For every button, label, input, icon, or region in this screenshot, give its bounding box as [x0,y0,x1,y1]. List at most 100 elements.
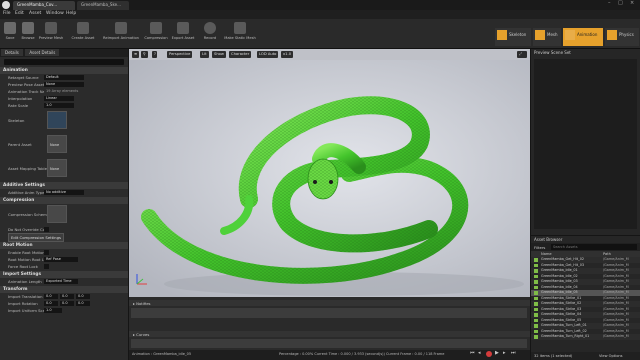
rotation-y-input[interactable]: 0.0 [60,301,74,306]
mode-physics-button[interactable]: Physics [605,28,639,46]
import-scale-input[interactable]: 1.0 [44,308,62,313]
compression-button[interactable]: Compression [143,21,169,47]
interpolation-select[interactable]: Linear [44,96,74,101]
record-button[interactable]: Record [200,21,220,47]
preview-pose-select[interactable]: None [44,82,84,87]
row-import-translation: Import Translation 0.0 0.0 0.0 [0,293,128,300]
mesh-mode-icon [535,30,545,40]
rotation-z-input[interactable]: 0.0 [76,301,90,306]
anim-sequence-icon [534,318,538,322]
asset-list: GreenMamba_Get_Hit_02/Game/Anim_M GreenM… [531,257,640,340]
anim-sequence-icon [534,258,538,262]
row-enable-root: Enable Root Motion [0,249,128,256]
details-search-input[interactable] [4,59,124,65]
section-animation[interactable]: Animation [0,67,128,74]
details-panel: Details Asset Details Animation Retarget… [0,49,128,360]
rotation-x-input[interactable]: 0.0 [44,301,58,306]
asset-browser-footer: 32 items (1 selected) View Options [531,352,640,360]
asset-mapping-thumbnail[interactable]: None [47,159,67,177]
record-playback-icon[interactable] [486,351,492,357]
play-icon[interactable]: ▶ [495,350,499,356]
create-asset-button[interactable]: Create Asset [70,21,96,47]
step-forward-icon[interactable]: ▸ [503,350,506,356]
anim-sequence-icon [534,302,538,306]
root-lock-select[interactable]: Ref Pose [44,257,78,262]
translation-z-input[interactable]: 0.0 [76,294,90,299]
translation-x-input[interactable]: 0.0 [44,294,58,299]
save-icon [4,22,16,34]
compression-scheme-thumbnail[interactable] [47,205,67,223]
mode-skeleton-button[interactable]: Skeleton [495,28,531,46]
mode-animation-button[interactable]: Animation [563,28,603,46]
parent-asset-thumbnail[interactable]: None [47,135,67,153]
menu-edit[interactable]: Edit [15,11,24,16]
step-back-icon[interactable]: ◂ [478,350,481,356]
no-override-checkbox[interactable] [44,227,49,232]
retarget-source-select[interactable]: Default [44,75,84,80]
tab-animation-asset[interactable]: GreenMamba_Cov... [13,1,75,10]
browse-button[interactable]: Browse [19,21,37,47]
section-additive[interactable]: Additive Settings [0,182,128,189]
anim-sequence-icon [534,313,538,317]
tab-details[interactable]: Details [1,49,23,56]
save-button[interactable]: Save [2,21,18,47]
rate-scale-input[interactable]: 1.0 [44,103,74,108]
asset-search-input[interactable]: Search Assets [551,244,637,250]
curves-track[interactable] [131,339,527,348]
export-icon [177,22,189,34]
mode-mesh-button[interactable]: Mesh [533,28,561,46]
make-static-mesh-button[interactable]: Make Static Mesh [222,21,258,47]
preview-scene-tab[interactable]: Preview Scene Set [531,49,640,56]
unreal-logo-icon [2,1,10,9]
asset-browser: Asset Browser Filters Search Assets Name… [531,236,640,360]
section-import[interactable]: Import Settings [0,271,128,278]
reimport-animation-button[interactable]: Reimport Animation [102,21,140,47]
row-import-scale: Import Uniform Scale 1.0 [0,307,128,314]
viewport[interactable]: ≡ ⚲ ? Perspective Lit Show Character LOD… [129,49,530,297]
skeleton-thumbnail[interactable] [47,111,67,129]
preview-mesh-button[interactable]: Preview Mesh [37,21,65,47]
menu-help[interactable]: Help [66,11,76,16]
minimize-icon[interactable]: – [608,0,611,6]
row-interpolation: Interpolation Linear [0,95,128,102]
translation-y-input[interactable]: 0.0 [60,294,74,299]
close-icon[interactable]: × [630,0,634,6]
anim-sequence-icon [534,263,538,267]
asset-browser-tab[interactable]: Asset Browser [531,236,640,243]
reimport-icon [115,22,127,34]
menu-asset[interactable]: Asset [29,11,41,16]
curves-header[interactable]: ▸ Curves [129,331,530,337]
export-asset-button[interactable]: Export Asset [171,21,195,47]
anim-sequence-icon [534,324,538,328]
section-transform[interactable]: Transform [0,286,128,293]
list-item[interactable]: GreenMamba_Turn_Right_01/Game/Anim_M [531,334,640,340]
row-force-root-lock: Force Root Lock [0,263,128,270]
anim-sequence-icon [534,269,538,273]
force-root-lock-checkbox[interactable] [44,264,49,269]
notifies-header[interactable]: ▸ Notifies [129,300,530,306]
maximize-icon[interactable]: □ [618,0,623,6]
track-names-count: 19 Array elements [44,89,94,94]
view-options-button[interactable]: View Options [599,354,623,358]
section-root-motion[interactable]: Root Motion [0,242,128,249]
anim-sequence-icon [534,335,538,339]
row-asset-mapping: Asset Mapping Table None [0,157,128,181]
enable-root-checkbox[interactable] [44,250,49,255]
filters-button[interactable]: Filters [534,245,545,250]
notifies-track[interactable] [131,308,527,318]
toolbar: Save Browse Preview Mesh Create Asset Re… [0,19,640,49]
anim-length-select[interactable]: Exported Time [44,279,78,284]
tab-asset-details[interactable]: Asset Details [25,49,60,56]
additive-type-select[interactable]: No additive [44,190,84,195]
row-no-override: Do Not Override Com [8,227,49,232]
edit-compression-button[interactable]: Edit Compression Settings [8,233,64,242]
menu-window[interactable]: Window [46,11,64,16]
playback-controls: ⏮ ◂ ▶ ▸ ⏭ [470,350,530,358]
menu-file[interactable]: File [3,11,11,16]
create-asset-icon [77,22,89,34]
tab-skeleton-asset[interactable]: GreenMamba_Ske... [77,1,129,10]
skip-start-icon[interactable]: ⏮ [470,350,475,356]
section-compression[interactable]: Compression [0,197,128,204]
skip-end-icon[interactable]: ⏭ [511,350,516,356]
row-rate-scale: Rate Scale 1.0 [0,102,128,109]
